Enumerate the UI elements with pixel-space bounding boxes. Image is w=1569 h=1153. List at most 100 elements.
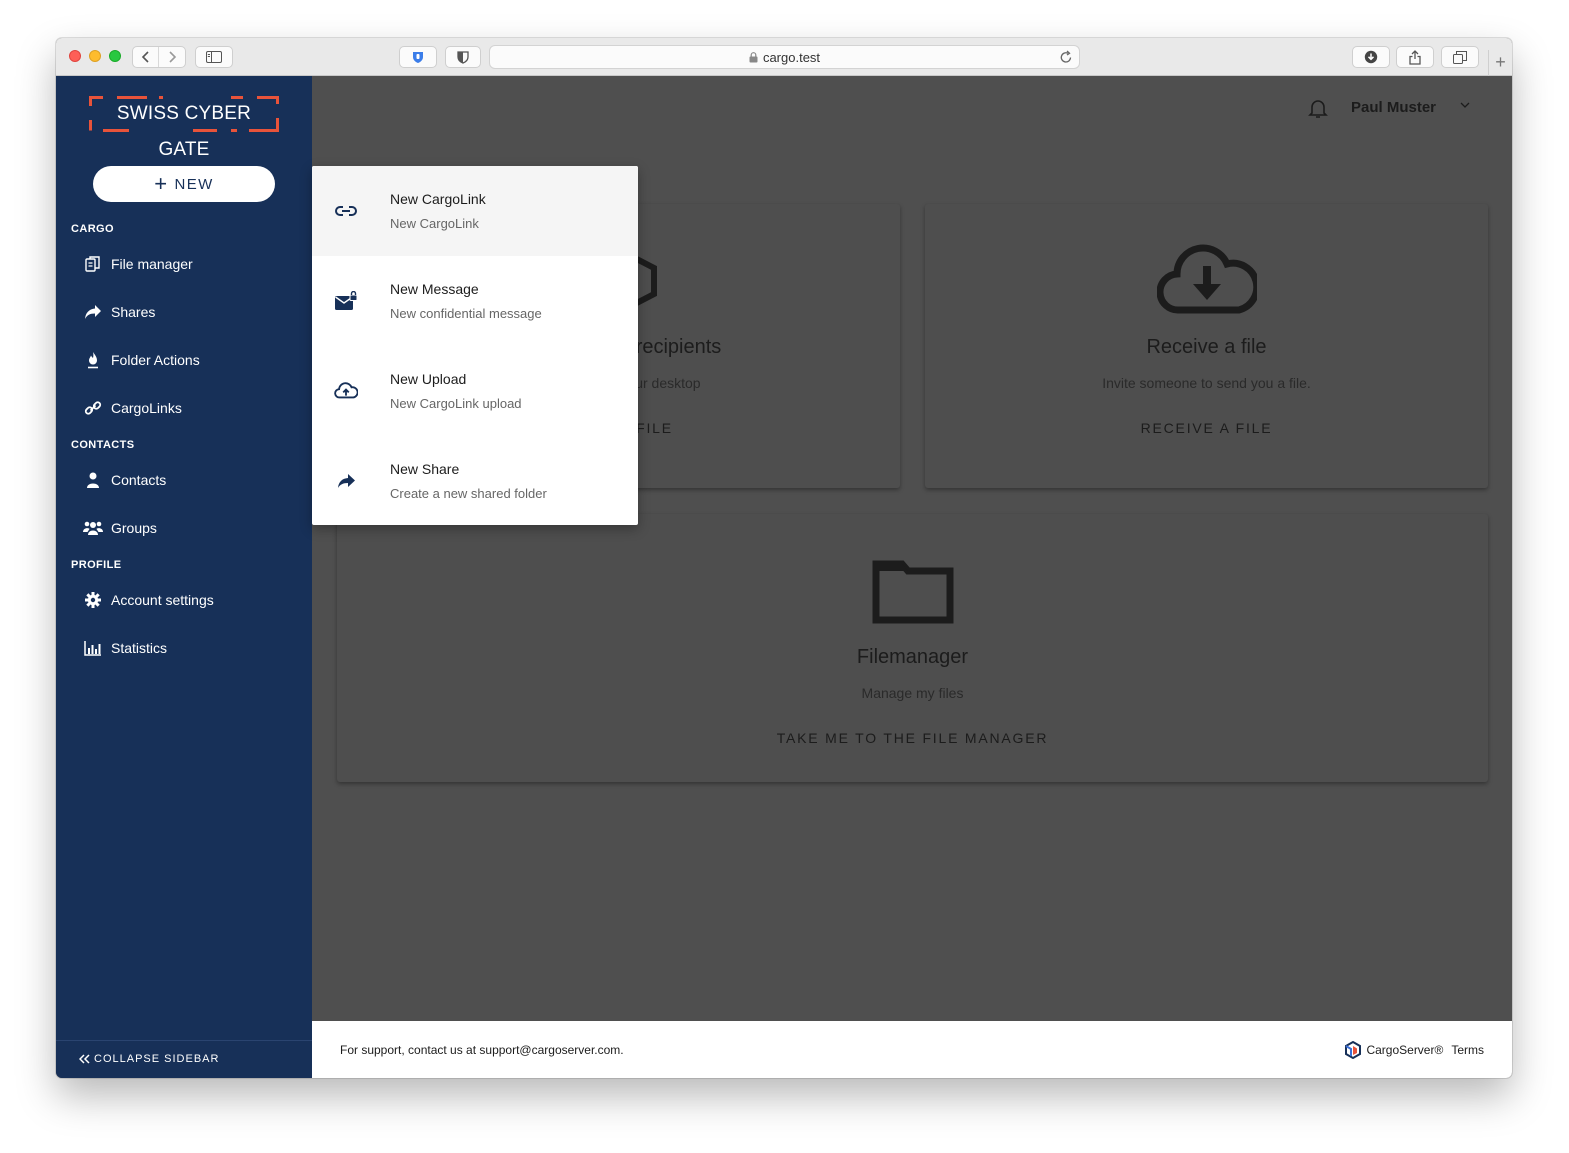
share-sheet-icon — [1409, 49, 1421, 65]
link-icon — [334, 200, 358, 222]
share-icon — [334, 470, 358, 492]
sidebar-icon — [206, 51, 222, 63]
receive-card[interactable]: Receive a file Invite someone to send yo… — [925, 204, 1488, 488]
sidebar-item-folder-actions[interactable]: Folder Actions — [81, 348, 200, 372]
shield-key-icon — [413, 52, 423, 63]
logo[interactable]: SWISS CYBER GATE — [89, 96, 279, 160]
sidebar-item-label: Account settings — [111, 592, 214, 608]
share-arrow-icon — [81, 302, 105, 322]
new-menu: New CargoLink New CargoLink New Message … — [312, 166, 638, 525]
cargoserver-logo-icon — [1345, 1041, 1362, 1059]
menu-item-title: New Share — [390, 461, 460, 477]
sidebar-item-label: Groups — [111, 520, 157, 536]
sidebar-item-cargolinks[interactable]: CargoLinks — [81, 396, 182, 420]
new-button-label: NEW — [174, 175, 214, 193]
sidebar-item-label: Folder Actions — [111, 352, 200, 368]
sidebar-item-label: Statistics — [111, 640, 168, 656]
sidebar: SWISS CYBER GATE + NEW CARGO File manage… — [56, 76, 312, 1078]
menu-item-new-message[interactable]: New Message New confidential message — [312, 256, 638, 346]
menu-item-subtitle: New CargoLink upload — [390, 396, 522, 411]
share-page-button[interactable] — [1396, 46, 1434, 68]
section-title-profile: PROFILE — [71, 559, 122, 571]
sidebar-item-contacts[interactable]: Contacts — [81, 468, 166, 492]
menu-item-title: New Upload — [390, 371, 467, 387]
bar-chart-icon — [81, 638, 105, 658]
collapse-sidebar-bar: COLLAPSE SIDEBAR — [56, 1040, 312, 1078]
footer: For support, contact us at support@cargo… — [312, 1021, 1512, 1078]
zoom-window-button[interactable] — [109, 50, 121, 62]
sidebar-toggle-button[interactable] — [195, 46, 233, 68]
support-text: For support, contact us at support@cargo… — [340, 1043, 624, 1057]
downloads-button[interactable] — [1352, 46, 1390, 68]
browser-window: cargo.test + SWISS CYBER GATE + NEW CARG… — [56, 38, 1512, 1078]
chevron-down-icon[interactable] — [1460, 102, 1470, 108]
history-nav — [132, 46, 186, 68]
lock-icon — [749, 51, 758, 62]
brand-name[interactable]: CargoServer® — [1366, 1043, 1443, 1057]
sidebar-item-statistics[interactable]: Statistics — [81, 636, 167, 660]
user-name[interactable]: Paul Muster — [1351, 99, 1436, 116]
card-action[interactable]: TAKE ME TO THE FILE MANAGER — [337, 730, 1488, 746]
download-icon — [1364, 50, 1378, 64]
menu-item-title: New Message — [390, 281, 479, 297]
cloud-upload-icon — [334, 380, 358, 402]
flame-icon — [81, 350, 105, 370]
secure-mail-icon — [334, 290, 358, 312]
link-icon — [81, 398, 105, 418]
folder-icon — [872, 560, 954, 624]
tab-overview-button[interactable] — [1441, 46, 1479, 68]
bell-icon[interactable] — [1307, 97, 1329, 119]
filemanager-card[interactable]: Filemanager Manage my files TAKE ME TO T… — [337, 514, 1488, 782]
card-title: Filemanager — [856, 646, 969, 668]
card-description: Invite someone to send you a file. — [1102, 375, 1311, 391]
card-action[interactable]: RECEIVE A FILE — [925, 420, 1488, 436]
plus-icon: + — [154, 171, 169, 196]
new-button[interactable]: + NEW — [93, 166, 275, 202]
sidebar-item-groups[interactable]: Groups — [81, 516, 157, 540]
sidebar-item-account-settings[interactable]: Account settings — [81, 588, 214, 612]
file-manager-icon — [81, 254, 105, 274]
menu-item-new-share[interactable]: New Share Create a new shared folder — [312, 436, 638, 525]
forward-button[interactable] — [159, 47, 185, 67]
close-window-button[interactable] — [69, 50, 81, 62]
back-button[interactable] — [133, 47, 160, 67]
menu-item-title: New CargoLink — [390, 191, 486, 207]
menu-item-subtitle: Create a new shared folder — [390, 486, 547, 501]
browser-toolbar: cargo.test + — [56, 38, 1512, 76]
section-title-cargo: CARGO — [71, 223, 114, 235]
privacy-extension-button[interactable] — [445, 46, 481, 68]
sidebar-item-label: Shares — [111, 304, 156, 320]
chevron-left-icon — [141, 51, 149, 63]
user-icon — [81, 470, 105, 490]
card-title: Receive a file — [1146, 336, 1267, 358]
collapse-sidebar-button[interactable]: COLLAPSE SIDEBAR — [79, 1053, 219, 1065]
menu-item-new-cargolink[interactable]: New CargoLink New CargoLink — [312, 166, 638, 256]
sidebar-item-label: CargoLinks — [111, 400, 182, 416]
double-chevron-left-icon — [79, 1054, 90, 1064]
menu-item-new-upload[interactable]: New Upload New CargoLink upload — [312, 346, 638, 436]
password-extension-button[interactable] — [399, 46, 437, 68]
chevron-right-icon — [169, 51, 177, 63]
card-description: Manage my files — [861, 685, 964, 701]
menu-item-subtitle: New confidential message — [390, 306, 542, 321]
url-text: cargo.test — [762, 49, 821, 65]
new-tab-button[interactable]: + — [1488, 50, 1512, 76]
collapse-sidebar-label: COLLAPSE SIDEBAR — [94, 1053, 220, 1065]
sidebar-item-shares[interactable]: Shares — [81, 300, 155, 324]
footer-brand: CargoServer® Terms — [1345, 1041, 1484, 1059]
shield-icon — [457, 51, 469, 64]
minimize-window-button[interactable] — [89, 50, 101, 62]
users-icon — [81, 518, 105, 538]
tabs-icon — [1453, 50, 1467, 64]
logo-text: SWISS CYBER GATE — [116, 103, 252, 160]
cloud-download-icon — [1157, 244, 1257, 314]
sidebar-item-file-manager[interactable]: File manager — [81, 252, 193, 276]
sidebar-item-label: Contacts — [111, 472, 167, 488]
gear-icon — [81, 590, 105, 610]
address-bar[interactable]: cargo.test — [489, 45, 1080, 69]
menu-item-subtitle: New CargoLink — [390, 216, 479, 231]
reload-icon[interactable] — [1059, 49, 1073, 65]
sidebar-item-label: File manager — [111, 256, 193, 272]
section-title-contacts: CONTACTS — [71, 439, 135, 451]
terms-link[interactable]: Terms — [1451, 1043, 1484, 1057]
